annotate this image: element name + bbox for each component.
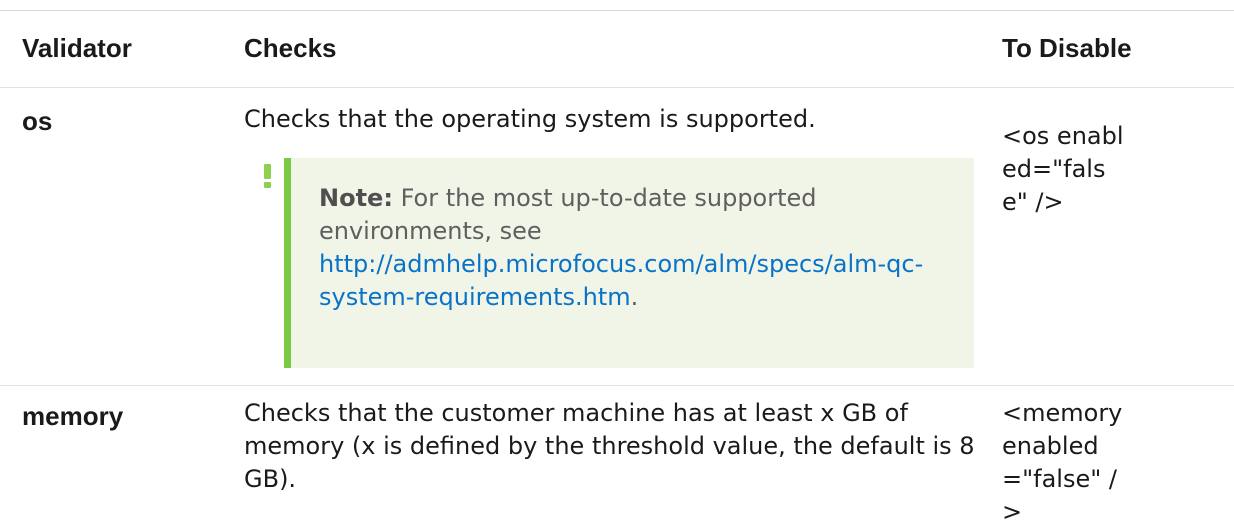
row-divider xyxy=(0,385,1234,386)
row-memory-validator: memory xyxy=(22,401,124,431)
header-checks: Checks xyxy=(244,33,337,63)
row-memory-to-disable: <memory enabled="false" /> xyxy=(1002,399,1123,526)
header-divider xyxy=(0,87,1234,88)
header-to-disable: To Disable xyxy=(1002,33,1132,63)
note-content: Note: For the most up-to-date supported … xyxy=(319,182,969,314)
note-text: For the most up-to-date supported enviro… xyxy=(319,184,817,245)
row-memory-checks: Checks that the customer machine has at … xyxy=(244,399,975,493)
system-requirements-link[interactable]: http://admhelp.microfocus.com/alm/specs/… xyxy=(319,250,923,311)
exclamation-icon xyxy=(264,164,271,188)
row-os-to-disable: <os enabled="false" /> xyxy=(1002,122,1124,216)
row-os-checks: Checks that the operating system is supp… xyxy=(244,105,816,133)
header-validator: Validator xyxy=(22,33,132,63)
note-callout: Note: For the most up-to-date supported … xyxy=(284,158,974,368)
requirements-validator-table: Validator Checks To Disable os Checks th… xyxy=(0,0,1234,526)
row-os-validator: os xyxy=(22,106,53,136)
note-trailing: . xyxy=(630,283,639,311)
note-label: Note: xyxy=(319,184,393,212)
